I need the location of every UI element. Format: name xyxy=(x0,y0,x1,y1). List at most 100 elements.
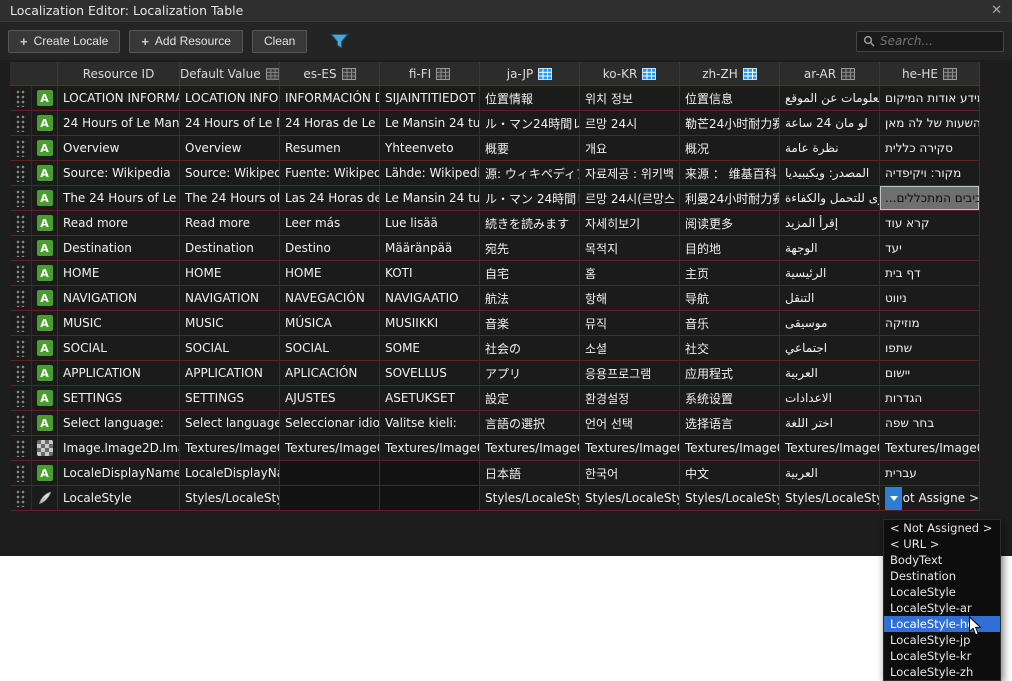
cell-fi-fi[interactable]: NAVIGAATIO xyxy=(380,286,480,310)
cell-ja-jp[interactable]: 設定 xyxy=(480,386,580,410)
cell-he-he[interactable]: שתפו xyxy=(880,336,980,360)
cell-ar-ar[interactable]: المصدر: ويكيبيديا xyxy=(780,161,880,185)
cell-ar-ar[interactable]: موسيقى xyxy=(780,311,880,335)
cell-zh-zh[interactable]: 应用程式 xyxy=(680,361,780,385)
cell-resource-id[interactable]: SOCIAL xyxy=(58,336,180,360)
cell-zh-zh[interactable]: 系统设置 xyxy=(680,386,780,410)
cell-default-value[interactable]: MUSIC xyxy=(180,311,280,335)
cell-ko-kr[interactable]: 개요 xyxy=(580,136,680,160)
translation-state-icon[interactable] xyxy=(436,68,450,80)
cell-default-value[interactable]: LOCATION INFOR xyxy=(180,86,280,110)
cell-ja-jp[interactable]: 位置情報 xyxy=(480,86,580,110)
search-input[interactable] xyxy=(880,34,997,48)
row-drag-handle[interactable] xyxy=(10,211,32,235)
translation-state-icon[interactable] xyxy=(266,68,279,80)
cell-he-he[interactable]: מוזיקה xyxy=(880,311,980,335)
cell-ko-kr[interactable]: 홈 xyxy=(580,261,680,285)
row-drag-handle[interactable] xyxy=(10,286,32,310)
translation-state-icon[interactable] xyxy=(743,68,757,80)
cell-zh-zh[interactable]: 主页 xyxy=(680,261,780,285)
cell-ja-jp[interactable]: Textures/Image04 xyxy=(480,436,580,460)
cell-zh-zh[interactable]: 来源 ： 维基百科 xyxy=(680,161,780,185)
cell-ko-kr[interactable]: 환경설정 xyxy=(580,386,680,410)
dropdown-option[interactable]: < Not Assigned > xyxy=(884,520,1000,536)
cell-ko-kr[interactable]: 항해 xyxy=(580,286,680,310)
cell-he-he[interactable]: יישום xyxy=(880,361,980,385)
cell-default-value[interactable]: The 24 Hours of L xyxy=(180,186,280,210)
cell-es-es[interactable]: SOCIAL xyxy=(280,336,380,360)
cell-resource-id[interactable]: Destination xyxy=(58,236,180,260)
cell-zh-zh[interactable]: 勒芒24小时耐力赛 xyxy=(680,111,780,135)
cell-ko-kr[interactable]: 한국어 xyxy=(580,461,680,485)
row-drag-handle[interactable] xyxy=(10,111,32,135)
cell-resource-id[interactable]: LocaleStyle xyxy=(58,486,180,510)
row-drag-handle[interactable] xyxy=(10,436,32,460)
cell-es-es[interactable]: Textures/Image02 xyxy=(280,436,380,460)
cell-fi-fi[interactable] xyxy=(380,486,480,510)
cell-ja-jp[interactable]: 宛先 xyxy=(480,236,580,260)
row-drag-handle[interactable] xyxy=(10,236,32,260)
cell-zh-zh[interactable]: Styles/LocaleStyle xyxy=(680,486,780,510)
dropdown-option[interactable]: LocaleStyle-jp xyxy=(884,632,1000,648)
cell-resource-id[interactable]: Select language: xyxy=(58,411,180,435)
create-locale-button[interactable]: + Create Locale xyxy=(8,30,120,53)
cell-ja-jp[interactable]: Styles/LocaleStyle xyxy=(480,486,580,510)
translation-state-icon[interactable] xyxy=(841,68,855,80)
cell-es-es[interactable]: 24 Horas de Le M xyxy=(280,111,380,135)
cell-resource-id[interactable]: The 24 Hours of Le M xyxy=(58,186,180,210)
translation-state-icon[interactable] xyxy=(342,68,356,80)
row-drag-handle[interactable] xyxy=(10,261,32,285)
column-header-ja-jp[interactable]: ja-JP xyxy=(480,62,580,85)
cell-fi-fi[interactable]: Lue lisää xyxy=(380,211,480,235)
clean-button[interactable]: Clean xyxy=(252,30,307,53)
cell-default-value[interactable]: NAVIGATION xyxy=(180,286,280,310)
cell-ko-kr[interactable]: Styles/LocaleStyle xyxy=(580,486,680,510)
cell-default-value[interactable]: Overview xyxy=(180,136,280,160)
cell-ar-ar[interactable]: Textures/Image07 xyxy=(780,436,880,460)
dropdown-option[interactable]: LocaleStyle-zh xyxy=(884,664,1000,680)
cell-default-value[interactable]: Destination xyxy=(180,236,280,260)
row-drag-handle[interactable] xyxy=(10,336,32,360)
add-resource-button[interactable]: + Add Resource xyxy=(129,30,243,53)
cell-es-es[interactable]: Las 24 Horas de L xyxy=(280,186,380,210)
cell-default-value[interactable]: SETTINGS xyxy=(180,386,280,410)
cell-default-value[interactable]: HOME xyxy=(180,261,280,285)
row-drag-handle[interactable] xyxy=(10,486,32,510)
cell-resource-id[interactable]: 24 Hours of Le Mans xyxy=(58,111,180,135)
cell-he-he[interactable]: Textures/Image08 xyxy=(880,436,980,460)
style-dropdown-button[interactable] xyxy=(885,487,902,510)
cell-resource-id[interactable]: Read more xyxy=(58,211,180,235)
cell-resource-id[interactable]: Overview xyxy=(58,136,180,160)
cell-ko-kr[interactable]: 위치 정보 xyxy=(580,86,680,110)
column-header-ar-ar[interactable]: ar-AR xyxy=(780,62,880,85)
cell-ar-ar[interactable]: معلومات عن الموقع xyxy=(780,86,880,110)
translation-state-icon[interactable] xyxy=(943,68,957,80)
cell-ja-jp[interactable]: アプリ xyxy=(480,361,580,385)
cell-fi-fi[interactable]: Määränpää xyxy=(380,236,480,260)
cell-fi-fi[interactable]: KOTI xyxy=(380,261,480,285)
cell-ja-jp[interactable]: 源: ウィキペディア xyxy=(480,161,580,185)
cell-zh-zh[interactable]: 概况 xyxy=(680,136,780,160)
cell-ar-ar[interactable]: اختر اللغة xyxy=(780,411,880,435)
cell-es-es[interactable]: Resumen xyxy=(280,136,380,160)
cell-ko-kr[interactable]: 목적지 xyxy=(580,236,680,260)
cell-ar-ar[interactable]: لو مان 24 ساعة xyxy=(780,111,880,135)
cell-zh-zh[interactable]: 音乐 xyxy=(680,311,780,335)
cell-default-value[interactable]: Source: Wikipedia xyxy=(180,161,280,185)
cell-resource-id[interactable]: SETTINGS xyxy=(58,386,180,410)
dropdown-option[interactable]: LocaleStyle-he xyxy=(884,616,1000,632)
cell-fi-fi[interactable]: Le Mansin 24 tun xyxy=(380,111,480,135)
cell-he-he[interactable]: יעד xyxy=(880,236,980,260)
cell-ko-kr[interactable]: 르망 24시(르망스 xyxy=(580,186,680,210)
cell-default-value[interactable]: LocaleDisplayNam xyxy=(180,461,280,485)
cell-default-value[interactable]: Textures/Image01 xyxy=(180,436,280,460)
cell-he-he[interactable]: הגדרות xyxy=(880,386,980,410)
cell-ja-jp[interactable]: 自宅 xyxy=(480,261,580,285)
cell-ar-ar[interactable]: اجتماعي xyxy=(780,336,880,360)
dropdown-option[interactable]: LocaleStyle xyxy=(884,584,1000,600)
cell-zh-zh[interactable]: 利曼24小时耐力赛 xyxy=(680,186,780,210)
cell-ja-jp[interactable]: 日本語 xyxy=(480,461,580,485)
cell-es-es[interactable] xyxy=(280,461,380,485)
cell-ar-ar[interactable]: الرئيسية xyxy=(780,261,880,285)
cell-ar-ar[interactable]: نظرة عامة xyxy=(780,136,880,160)
